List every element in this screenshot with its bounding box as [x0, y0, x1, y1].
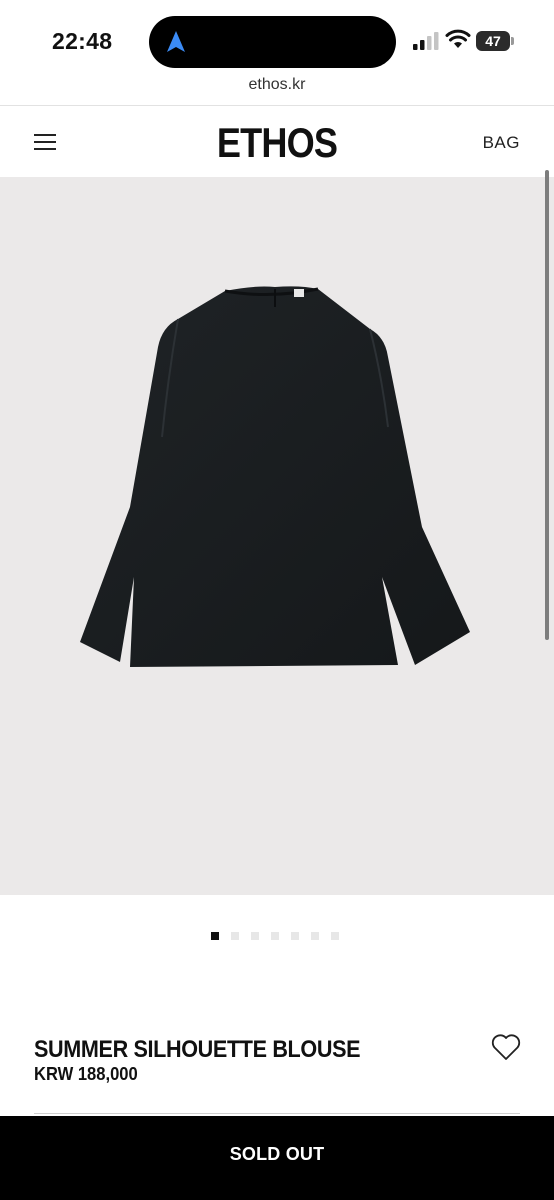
battery-tip	[511, 37, 514, 45]
blouse-product-photo	[80, 286, 470, 667]
navigation-arrow-icon	[167, 31, 185, 52]
pager-dot-5[interactable]	[291, 932, 299, 940]
pager-dot-7[interactable]	[331, 932, 339, 940]
status-time: 22:48	[52, 28, 113, 54]
battery-level: 47	[476, 31, 510, 51]
pager-dot-4[interactable]	[271, 932, 279, 940]
image-pager	[0, 895, 554, 980]
bag-link[interactable]: BAG	[483, 133, 520, 153]
pager-dot-3[interactable]	[251, 932, 259, 940]
pager-dot-6[interactable]	[311, 932, 319, 940]
product-image[interactable]	[0, 177, 554, 895]
product-title: SUMMER SILHOUETTE BLOUSE	[34, 1036, 361, 1063]
battery-icon: 47	[476, 31, 514, 51]
url-bar[interactable]: ethos.kr	[0, 72, 554, 106]
site-header: ETHOS BAG	[0, 107, 554, 177]
divider	[34, 1113, 520, 1114]
status-bar: 22:48 47	[0, 0, 554, 70]
page-scrollbar[interactable]	[545, 170, 549, 640]
wifi-icon	[445, 29, 471, 48]
url-text: ethos.kr	[248, 76, 306, 93]
pager-dot-1[interactable]	[211, 932, 219, 940]
product-price: KRW 188,000	[34, 1064, 138, 1084]
pager-dot-2[interactable]	[231, 932, 239, 940]
signal-icon	[413, 32, 439, 50]
dynamic-island	[149, 16, 396, 68]
sold-out-button[interactable]: SOLD OUT	[0, 1116, 554, 1200]
site-logo[interactable]: ETHOS	[39, 119, 515, 167]
heart-outline-icon[interactable]	[490, 1032, 522, 1062]
